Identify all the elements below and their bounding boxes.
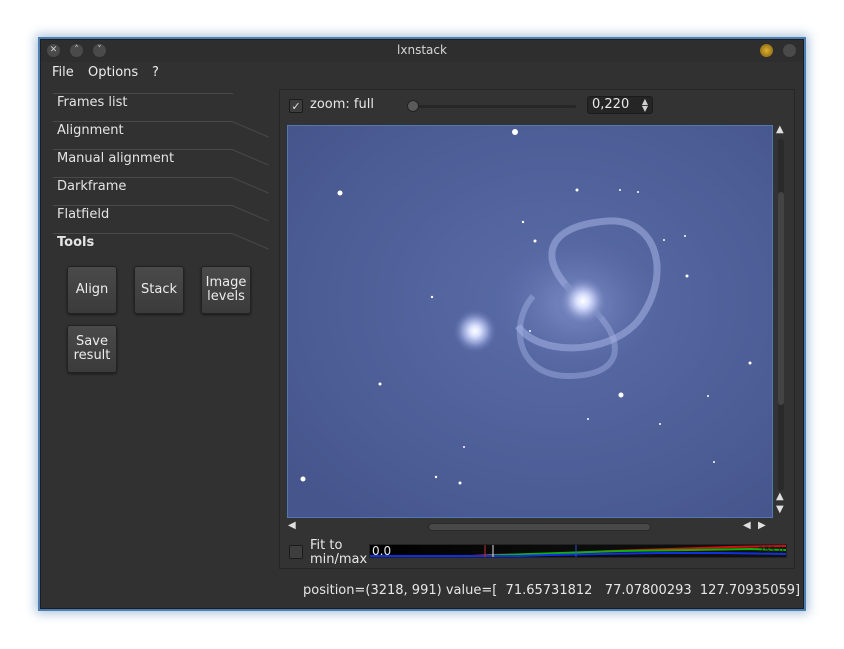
zoom-slider-track[interactable] xyxy=(408,105,576,108)
fit-label-line1: Fit to xyxy=(310,538,343,553)
fit-minmax-checkbox[interactable] xyxy=(289,545,303,559)
tab-divider xyxy=(53,121,233,122)
menu-help[interactable]: ? xyxy=(152,65,159,80)
tab-divider xyxy=(231,205,269,222)
image-view[interactable] xyxy=(287,125,773,518)
tab-divider xyxy=(53,233,233,234)
menu-options[interactable]: Options xyxy=(88,65,138,80)
vertical-scroll-handle[interactable] xyxy=(778,192,784,405)
tab-frames-list[interactable]: Frames list xyxy=(57,95,128,110)
levels-min-value: 0.0 xyxy=(372,544,392,558)
galaxy-image xyxy=(288,126,772,517)
scroll-left-icon[interactable]: ◀ xyxy=(743,520,751,531)
tab-divider xyxy=(231,233,269,250)
zoom-value: 0,220 xyxy=(592,97,630,112)
tab-divider xyxy=(231,177,269,194)
zoom-spinbox[interactable]: 0,220 ▲ ▼ xyxy=(587,96,653,114)
fit-minmax-label: Fit to min/max xyxy=(310,539,367,567)
image-levels-label-line1: Image xyxy=(205,275,247,290)
image-levels-button[interactable]: Image levels xyxy=(201,266,251,314)
zoom-checkbox[interactable]: ✓ xyxy=(289,99,303,113)
align-button-label: Align xyxy=(75,282,109,297)
window-title: lxnstack xyxy=(397,43,447,57)
scroll-up-icon[interactable]: ▲ xyxy=(776,491,784,502)
tab-divider xyxy=(53,93,233,94)
levels-max-value: 255.0 xyxy=(758,546,784,556)
tab-divider xyxy=(231,121,269,138)
zoom-slider-handle[interactable] xyxy=(407,100,419,112)
title-bar: ✕ ˄ ˅ lxnstack xyxy=(41,40,803,62)
stack-button-label: Stack xyxy=(141,282,177,297)
save-result-label-line2: result xyxy=(73,348,111,363)
pin-icon[interactable] xyxy=(760,44,773,57)
viewer-panel: ✓ zoom: full 0,220 ▲ ▼ ▲ ▲ ▼ ◀ ◀ ▶ Fit t… xyxy=(279,89,795,569)
scroll-left-icon[interactable]: ◀ xyxy=(288,520,296,531)
status-bar: position=(3218, 991) value=[ 71.65731812… xyxy=(303,583,801,598)
tab-divider xyxy=(53,205,233,206)
menu-file[interactable]: File xyxy=(52,65,74,80)
stack-button[interactable]: Stack xyxy=(134,266,184,314)
app-window: ✕ ˄ ˅ lxnstack File Options ? Frames lis… xyxy=(40,39,804,609)
tab-tools[interactable]: Tools xyxy=(57,235,94,250)
image-levels-label-line2: levels xyxy=(207,289,245,304)
horizontal-scroll-handle[interactable] xyxy=(428,523,651,531)
save-result-button[interactable]: Save result xyxy=(67,325,117,373)
align-button[interactable]: Align xyxy=(67,266,117,314)
companion-galaxy xyxy=(453,309,497,353)
tab-divider xyxy=(53,149,233,150)
tab-flatfield[interactable]: Flatfield xyxy=(57,207,109,222)
menu-bar: File Options ? xyxy=(41,62,803,84)
histogram-curves xyxy=(370,545,786,557)
fit-label-line2: min/max xyxy=(310,552,368,567)
save-result-label-line1: Save xyxy=(76,334,108,349)
tab-divider xyxy=(231,149,269,166)
galaxy-core xyxy=(557,275,609,327)
tab-alignment[interactable]: Alignment xyxy=(57,123,124,138)
vertical-scrollbar[interactable]: ▲ ▲ ▼ xyxy=(774,124,788,520)
tab-manual-alignment[interactable]: Manual alignment xyxy=(57,151,174,166)
levels-histogram[interactable]: 0.0 255.0 xyxy=(369,544,787,558)
tab-divider xyxy=(53,177,233,178)
scroll-right-icon[interactable]: ▶ xyxy=(758,520,766,531)
zoom-label: zoom: full xyxy=(310,97,374,112)
tab-darkframe[interactable]: Darkframe xyxy=(57,179,126,194)
window-menu-icon[interactable] xyxy=(783,44,796,57)
scroll-down-icon[interactable]: ▼ xyxy=(776,504,784,515)
scroll-up-icon[interactable]: ▲ xyxy=(776,124,784,135)
spin-arrows-icon[interactable]: ▲ ▼ xyxy=(642,98,648,113)
horizontal-scrollbar[interactable]: ◀ ◀ ▶ xyxy=(287,520,773,534)
